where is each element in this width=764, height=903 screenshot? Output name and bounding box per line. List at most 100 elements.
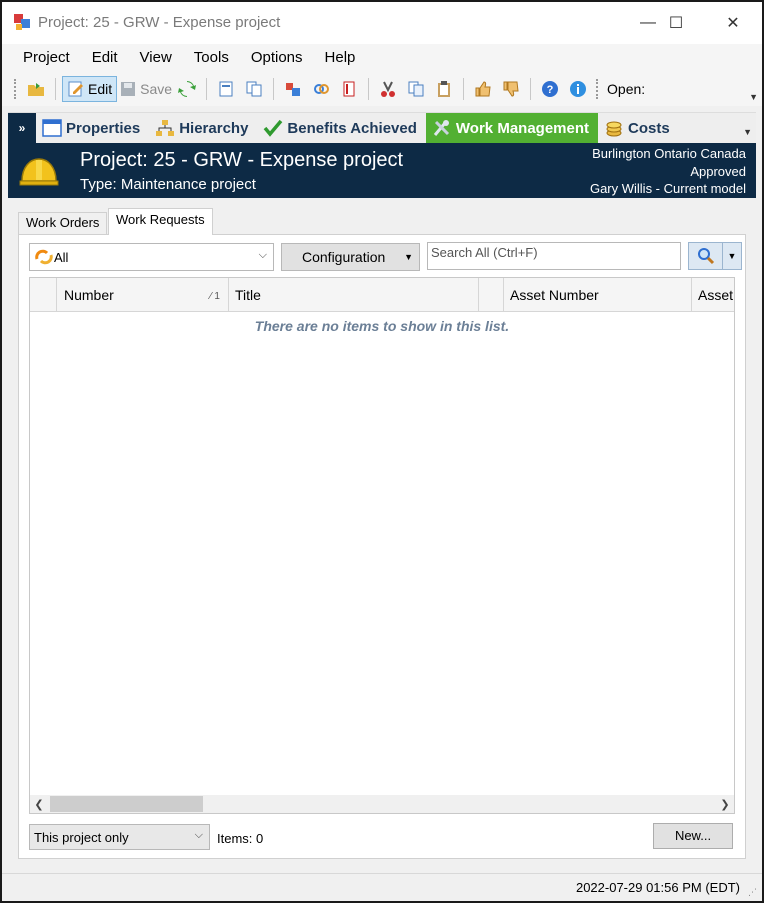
toolbar-overflow-icon[interactable]: ▼ (749, 92, 758, 102)
nav-work-management-label: Work Management (455, 119, 590, 137)
clipboard-icon (438, 81, 451, 97)
edit-label: Edit (88, 81, 113, 97)
toolbar: Edit Save ? Open: ▼ (2, 72, 762, 106)
filter-dropdown[interactable]: All ⌵ (29, 243, 274, 271)
search-button[interactable]: ▼ (688, 242, 742, 270)
nav-work-management[interactable]: Work Management (425, 112, 599, 144)
assets-button[interactable] (280, 76, 306, 102)
close-button[interactable]: ✕ (704, 2, 762, 44)
scroll-left-icon[interactable]: ❮ (30, 795, 48, 813)
assets-icon (286, 83, 301, 96)
project-model: Gary Willis - Current model (589, 181, 746, 196)
scissors-icon (381, 81, 396, 97)
hierarchy-icon (155, 118, 175, 138)
work-requests-panel: All ⌵ Configuration ▼ Search All (Ctrl+F… (18, 234, 746, 859)
chevron-down-icon: ⌵ (194, 829, 203, 841)
maximize-button[interactable]: ☐ (647, 2, 705, 44)
approve-button[interactable] (470, 76, 496, 102)
horizontal-scrollbar[interactable]: ❮ ❯ (30, 795, 734, 813)
menu-view[interactable]: View (129, 44, 183, 72)
nav-costs[interactable]: Costs (598, 113, 679, 144)
toolbar-separator (368, 78, 370, 100)
status-bar: 2022-07-29 01:56 PM (EDT) ⋰ (2, 873, 762, 901)
toolbar-separator (530, 78, 532, 100)
save-label: Save (140, 81, 173, 97)
cut-button[interactable] (375, 76, 401, 102)
search-options-icon[interactable]: ▼ (723, 251, 741, 261)
checkmark-icon (263, 118, 283, 138)
coins-icon (604, 118, 624, 138)
project-header: Project: 25 - GRW - Expense project Type… (8, 143, 756, 198)
dropdown-arrow-icon: ▼ (404, 252, 413, 262)
column-asset-description[interactable]: Asset D (692, 278, 734, 312)
info-icon (570, 81, 587, 97)
column-number[interactable]: Number ⁄ 1 (57, 278, 229, 312)
menu-options[interactable]: Options (240, 44, 314, 72)
chevron-down-icon: ⌵ (258, 249, 267, 261)
toolbar-separator (206, 78, 208, 100)
toolbar-separator (273, 78, 275, 100)
column-number-label: Number (64, 287, 114, 303)
save-button[interactable]: Save (119, 76, 172, 102)
filter-value: All (54, 249, 69, 265)
copy-button[interactable] (403, 76, 429, 102)
edit-icon (68, 81, 83, 97)
toolbar-separator (463, 78, 465, 100)
toolbar-separator (55, 78, 56, 100)
toolbar-grip[interactable] (14, 79, 18, 99)
nav-properties[interactable]: Properties (36, 113, 149, 144)
new-button[interactable]: New... (653, 823, 733, 849)
project-location: Burlington Ontario Canada (592, 146, 746, 161)
scope-dropdown[interactable]: This project only ⌵ (29, 824, 210, 850)
thumbs-up-icon (475, 81, 491, 97)
search-icon (689, 243, 723, 269)
link-button[interactable] (308, 76, 334, 102)
menu-edit[interactable]: Edit (81, 44, 129, 72)
open-folder-button[interactable] (23, 76, 49, 102)
scroll-right-icon[interactable]: ❯ (716, 795, 734, 813)
column-select[interactable] (30, 278, 57, 312)
window-icon (42, 118, 62, 138)
open-label: Open: (607, 81, 646, 97)
toolbar-grip[interactable] (596, 79, 600, 99)
configuration-button[interactable]: Configuration ▼ (281, 243, 420, 271)
column-flag[interactable] (479, 278, 504, 312)
nav-hierarchy-label: Hierarchy (179, 119, 249, 137)
menu-tools[interactable]: Tools (183, 44, 240, 72)
new-document-button[interactable] (213, 76, 239, 102)
paste-button[interactable] (431, 76, 457, 102)
report-icon (343, 81, 355, 97)
copy-document-button[interactable] (241, 76, 267, 102)
navigation-bar: » Properties Hierarchy Benefits Achieved… (8, 112, 756, 144)
scroll-thumb[interactable] (50, 796, 203, 812)
project-meta: Burlington Ontario Canada Approved Gary … (590, 145, 746, 198)
project-type: Type: Maintenance project (80, 176, 256, 193)
scroll-track[interactable] (48, 795, 716, 813)
column-asset-number[interactable]: Asset Number (504, 278, 692, 312)
column-title[interactable]: Title (229, 278, 479, 312)
collapse-nav-icon[interactable]: » (8, 112, 36, 144)
tools-icon (432, 118, 452, 138)
edit-button[interactable]: Edit (62, 76, 118, 102)
info-button[interactable] (565, 76, 591, 102)
grid-header: Number ⁄ 1 Title Asset Number Asset D (30, 278, 734, 312)
work-requests-grid: Number ⁄ 1 Title Asset Number Asset D Th… (29, 277, 735, 814)
nav-hierarchy[interactable]: Hierarchy (149, 113, 257, 144)
nav-overflow-icon[interactable]: ▼ (743, 127, 752, 137)
content-area: Work Orders Work Requests All ⌵ Configur… (8, 198, 756, 871)
refresh-button[interactable] (174, 76, 200, 102)
reject-button[interactable] (498, 76, 524, 102)
empty-list-message: There are no items to show in this list. (254, 318, 510, 334)
refresh-icon (178, 81, 197, 97)
tab-work-orders[interactable]: Work Orders (18, 212, 108, 234)
help-button[interactable]: ? (537, 76, 563, 102)
search-input[interactable]: Search All (Ctrl+F) (427, 242, 681, 270)
report-button[interactable] (336, 76, 362, 102)
window-title: Project: 25 - GRW - Expense project (38, 14, 281, 31)
resize-grip-icon[interactable]: ⋰ (748, 887, 758, 897)
menu-help[interactable]: Help (314, 44, 367, 72)
tab-work-requests[interactable]: Work Requests (108, 208, 213, 235)
nav-benefits-achieved[interactable]: Benefits Achieved (257, 113, 426, 144)
hard-hat-icon (19, 158, 59, 186)
menu-project[interactable]: Project (12, 44, 81, 72)
